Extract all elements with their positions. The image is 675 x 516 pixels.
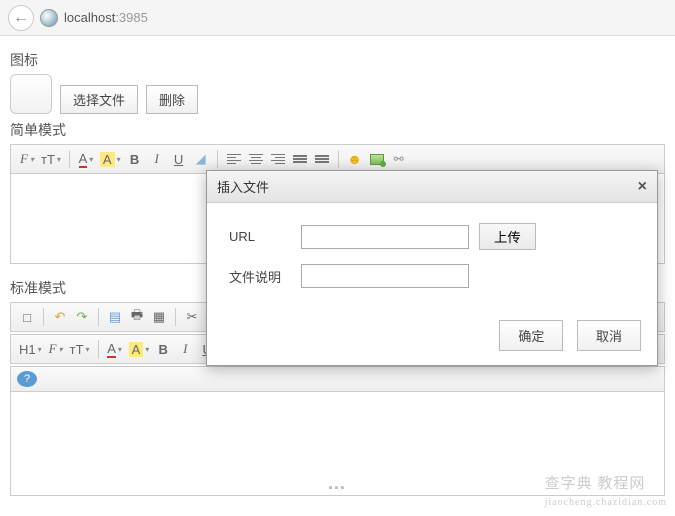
- url-port: :3985: [115, 10, 148, 25]
- align-center-button[interactable]: [246, 149, 266, 169]
- icon-section-label: 图标: [10, 50, 665, 70]
- separator: [175, 308, 176, 326]
- ordered-list-button[interactable]: [290, 149, 310, 169]
- font-color-button[interactable]: A: [76, 149, 96, 169]
- dialog-title: 插入文件: [217, 177, 269, 196]
- ok-button[interactable]: 确定: [499, 320, 563, 351]
- redo-button[interactable]: ↷: [72, 307, 92, 327]
- align-left-button[interactable]: [224, 149, 244, 169]
- italic-button[interactable]: I: [147, 149, 167, 169]
- source-button[interactable]: □: [17, 307, 37, 327]
- template-button[interactable]: ▦: [149, 307, 169, 327]
- back-button[interactable]: ←: [8, 5, 34, 31]
- print-button[interactable]: 🖶: [127, 307, 147, 327]
- bold-button[interactable]: B: [153, 339, 173, 359]
- close-icon[interactable]: ×: [638, 178, 647, 196]
- url-host: localhost: [64, 10, 115, 25]
- font-family-button[interactable]: F: [17, 149, 37, 169]
- simple-mode-label: 简单模式: [10, 120, 665, 140]
- about-button[interactable]: ?: [17, 371, 37, 387]
- bold-button[interactable]: B: [125, 149, 145, 169]
- icon-preview: [10, 74, 52, 114]
- separator: [217, 150, 218, 168]
- watermark: 查字典 教程网 jiaocheng.chazidian.com: [545, 472, 667, 510]
- browser-address-bar: ← localhost:3985: [0, 0, 675, 36]
- choose-file-button[interactable]: 选择文件: [60, 85, 138, 114]
- globe-icon: [40, 9, 58, 27]
- delete-button[interactable]: 删除: [146, 85, 198, 114]
- font-family-button[interactable]: F: [46, 339, 66, 359]
- url-input[interactable]: localhost:3985: [64, 10, 667, 25]
- upload-button[interactable]: 上传: [479, 223, 536, 250]
- url-label: URL: [229, 229, 301, 244]
- separator: [43, 308, 44, 326]
- font-color-button[interactable]: A: [105, 339, 125, 359]
- undo-button[interactable]: ↶: [50, 307, 70, 327]
- insert-file-dialog: 插入文件 × URL 上传 文件说明 确定 取消: [206, 170, 658, 366]
- separator: [338, 150, 339, 168]
- underline-button[interactable]: U: [169, 149, 189, 169]
- insert-link-button[interactable]: ⚯: [389, 149, 409, 169]
- remove-format-button[interactable]: ◢: [191, 149, 211, 169]
- description-input[interactable]: [301, 264, 469, 288]
- cancel-button[interactable]: 取消: [577, 320, 641, 351]
- font-size-button[interactable]: тT: [68, 339, 92, 359]
- insert-image-button[interactable]: [367, 149, 387, 169]
- cut-button[interactable]: ✂: [182, 307, 202, 327]
- standard-editor-toolbar-3: ?: [10, 366, 665, 392]
- font-size-button[interactable]: тT: [39, 149, 63, 169]
- separator: [98, 340, 99, 358]
- unordered-list-button[interactable]: [312, 149, 332, 169]
- italic-button[interactable]: I: [175, 339, 195, 359]
- desc-label: 文件说明: [229, 267, 301, 286]
- separator: [98, 308, 99, 326]
- separator: [69, 150, 70, 168]
- heading-button[interactable]: H1: [17, 339, 44, 359]
- preview-button[interactable]: ▤: [105, 307, 125, 327]
- emoticon-button[interactable]: ☻: [345, 149, 365, 169]
- highlight-button[interactable]: A: [127, 339, 152, 359]
- align-right-button[interactable]: [268, 149, 288, 169]
- url-input[interactable]: [301, 225, 469, 249]
- highlight-button[interactable]: A: [98, 149, 123, 169]
